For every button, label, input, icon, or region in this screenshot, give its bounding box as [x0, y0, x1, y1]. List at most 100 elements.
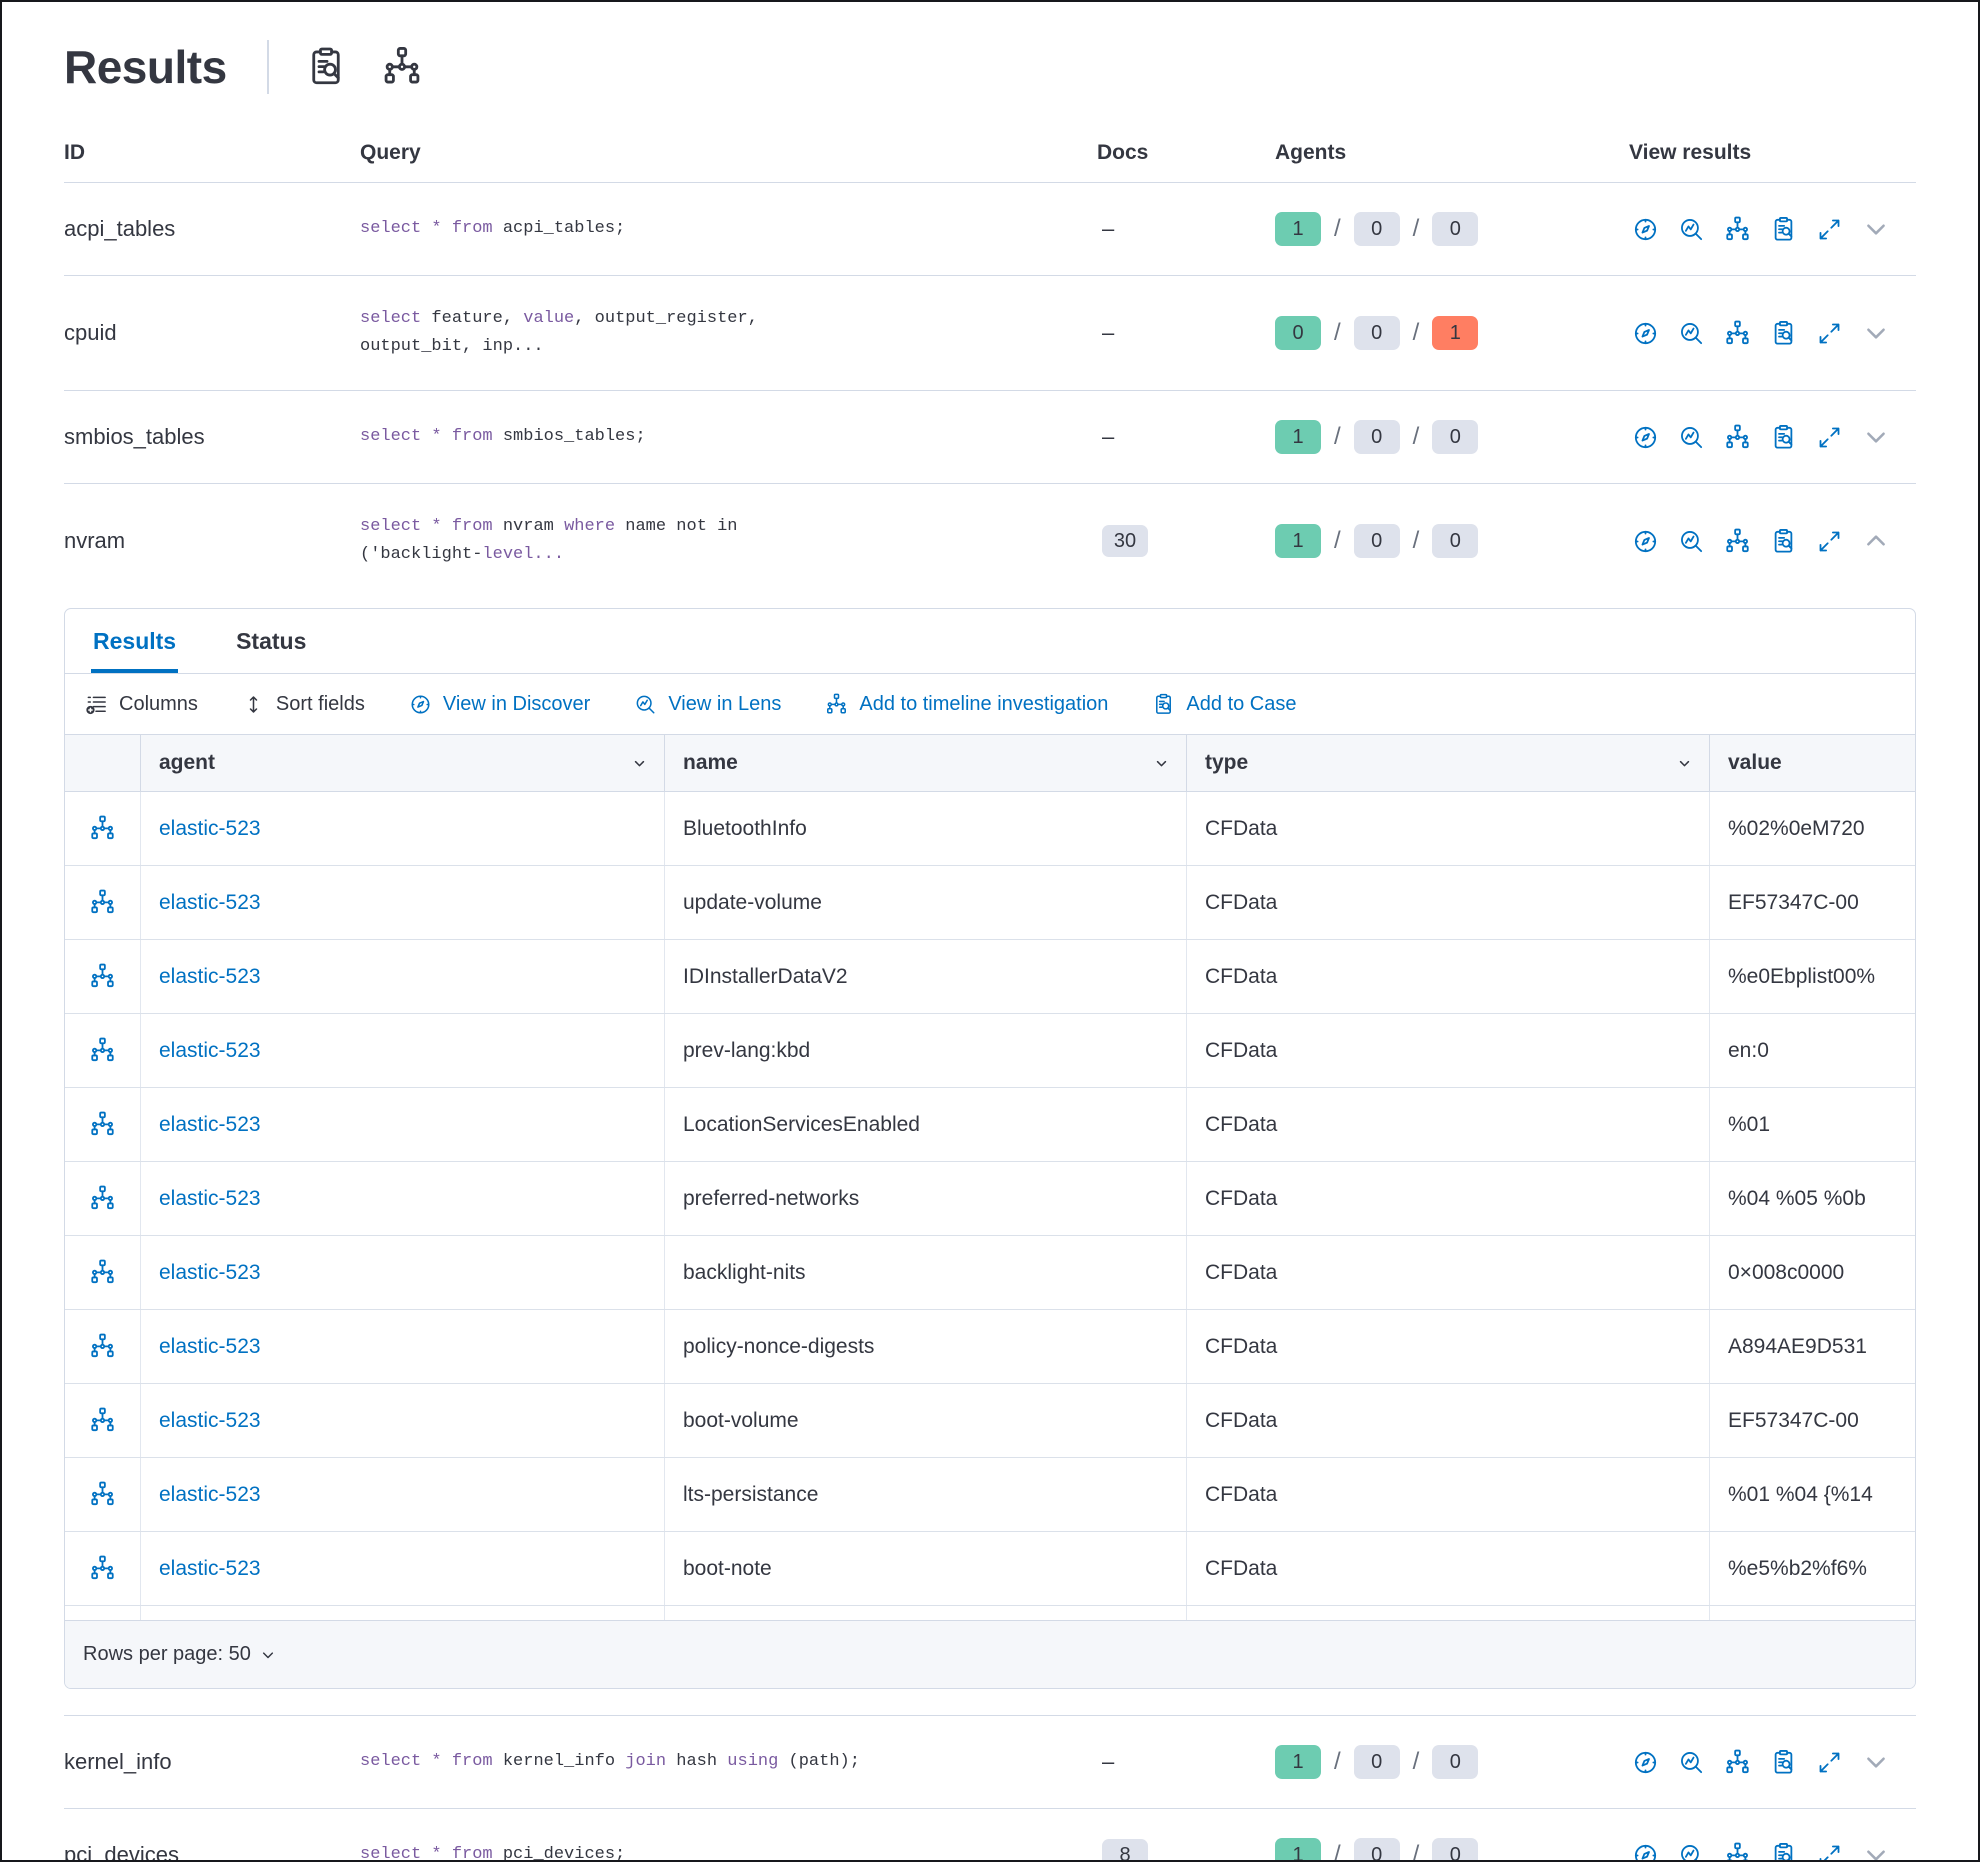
add-row-to-timeline-button[interactable] [89, 1555, 116, 1582]
tab-results[interactable]: Results [91, 609, 178, 673]
add-to-case-button[interactable] [1770, 424, 1797, 451]
add-to-case-button[interactable] [1770, 320, 1797, 347]
expand-results-button[interactable] [1816, 1749, 1843, 1776]
column-header-id: ID [64, 141, 360, 165]
expand-results-button[interactable] [1816, 528, 1843, 555]
add-row-to-timeline-button[interactable] [89, 1481, 116, 1508]
query-sql: select * from kernel_info join hash usin… [360, 1748, 1097, 1776]
view-in-lens-button[interactable] [1678, 216, 1705, 243]
add-row-to-timeline-button[interactable] [89, 1037, 116, 1064]
view-in-lens-button[interactable] [1678, 528, 1705, 555]
timeline-icon [1724, 216, 1751, 243]
agent-link[interactable]: elastic-523 [159, 1261, 261, 1285]
agent-link[interactable]: elastic-523 [159, 1335, 261, 1359]
agent-link[interactable]: elastic-523 [159, 1039, 261, 1063]
chevron-down-icon [260, 1647, 276, 1663]
expand-results-button[interactable] [1816, 320, 1843, 347]
expand-results-button[interactable] [1816, 1842, 1843, 1862]
timeline-icon [89, 1037, 116, 1064]
add-to-timeline-button[interactable] [1724, 424, 1751, 451]
value-cell: 0×008c0000 [1709, 1236, 1915, 1309]
view-in-lens-button[interactable] [1678, 1749, 1705, 1776]
agent-link[interactable]: elastic-523 [159, 1557, 261, 1581]
add-to-timeline-button[interactable] [1724, 528, 1751, 555]
expand-row-chevron[interactable] [1862, 1748, 1890, 1776]
view-in-discover-toolbar-button[interactable]: View in Discover [409, 693, 590, 716]
add-row-to-timeline-button[interactable] [89, 889, 116, 916]
add-to-timeline-button[interactable] [1724, 1842, 1751, 1862]
expand-row-chevron[interactable] [1862, 319, 1890, 347]
add-to-timeline-button[interactable] [1724, 1749, 1751, 1776]
agent-cell: elastic-523 [140, 1458, 664, 1531]
column-header-agent[interactable]: agent [140, 735, 664, 791]
collapse-row-chevron[interactable] [1862, 527, 1890, 555]
expand-results-button[interactable] [1816, 424, 1843, 451]
timeline-icon [89, 889, 116, 916]
view-in-discover-button[interactable] [1632, 424, 1659, 451]
chevron-down-icon [1862, 319, 1890, 347]
view-in-discover-button[interactable] [1632, 216, 1659, 243]
column-header-docs: Docs [1097, 141, 1275, 165]
agents-cell: 1/0/0 [1275, 420, 1629, 454]
view-in-discover-button[interactable] [1632, 528, 1659, 555]
agent-link[interactable]: elastic-523 [159, 817, 261, 841]
row-actions-cell [65, 1014, 140, 1087]
add-row-to-timeline-button[interactable] [89, 963, 116, 990]
expand-icon [1816, 528, 1843, 555]
add-row-to-timeline-button[interactable] [89, 1185, 116, 1212]
value-cell: EF57347C-00 [1709, 866, 1915, 939]
add-to-case-button[interactable] [1770, 1842, 1797, 1862]
row-actions-cell [65, 1532, 140, 1605]
add-row-to-timeline-button[interactable] [89, 1259, 116, 1286]
column-header-value[interactable]: value [1709, 735, 1915, 791]
sort-fields-button[interactable]: Sort fields [242, 693, 365, 716]
results-toolbar: Columns Sort fields View in Discover View i… [65, 674, 1915, 734]
column-header-type[interactable]: type [1186, 735, 1709, 791]
agent-link[interactable]: elastic-523 [159, 1187, 261, 1211]
type-cell: CFData [1186, 1236, 1709, 1309]
add-to-case-button[interactable] [1770, 216, 1797, 243]
add-to-timeline-button[interactable] [1724, 216, 1751, 243]
inspect-saved-query-button[interactable] [305, 46, 347, 88]
timeline-icon [89, 815, 116, 842]
column-label: value [1728, 751, 1782, 775]
lens-icon [634, 693, 657, 716]
result-row: elastic-523boot-noteCFData%e5%b2%f6% [65, 1532, 1915, 1606]
add-to-timeline-toolbar-button[interactable]: Add to timeline investigation [825, 693, 1108, 716]
view-in-discover-button[interactable] [1632, 1842, 1659, 1862]
rows-per-page-button[interactable]: Rows per page: 50 [83, 1643, 276, 1666]
row-actions-cell [65, 1458, 140, 1531]
type-cell: CFData [1186, 866, 1709, 939]
add-row-to-timeline-button[interactable] [89, 1407, 116, 1434]
expand-row-chevron[interactable] [1862, 215, 1890, 243]
view-in-discover-button[interactable] [1632, 320, 1659, 347]
view-in-lens-button[interactable] [1678, 1842, 1705, 1862]
agent-link[interactable]: elastic-523 [159, 891, 261, 915]
view-in-discover-button[interactable] [1632, 1749, 1659, 1776]
discover-icon [1632, 320, 1659, 347]
agent-link[interactable]: elastic-523 [159, 1483, 261, 1507]
expand-row-chevron[interactable] [1862, 1841, 1890, 1862]
view-in-lens-toolbar-button[interactable]: View in Lens [634, 693, 781, 716]
timeline-icon [381, 46, 423, 88]
view-in-lens-button[interactable] [1678, 320, 1705, 347]
tab-status[interactable]: Status [234, 609, 308, 673]
agent-link[interactable]: elastic-523 [159, 1113, 261, 1137]
expand-row-chevron[interactable] [1862, 423, 1890, 451]
lens-icon [1678, 1842, 1705, 1862]
view-in-lens-button[interactable] [1678, 424, 1705, 451]
add-to-case-toolbar-button[interactable]: Add to Case [1152, 693, 1296, 716]
add-row-to-timeline-button[interactable] [89, 1111, 116, 1138]
add-to-case-button[interactable] [1770, 1749, 1797, 1776]
agent-link[interactable]: elastic-523 [159, 965, 261, 989]
add-to-timeline-button[interactable] [1724, 320, 1751, 347]
agent-link[interactable]: elastic-523 [159, 1409, 261, 1433]
columns-button[interactable]: Columns [85, 693, 198, 716]
add-to-case-button[interactable] [1770, 528, 1797, 555]
agent-cell: elastic-523 [140, 1310, 664, 1383]
expand-results-button[interactable] [1816, 216, 1843, 243]
add-row-to-timeline-button[interactable] [89, 815, 116, 842]
timeline-header-button[interactable] [381, 46, 423, 88]
add-row-to-timeline-button[interactable] [89, 1333, 116, 1360]
column-header-name[interactable]: name [664, 735, 1186, 791]
